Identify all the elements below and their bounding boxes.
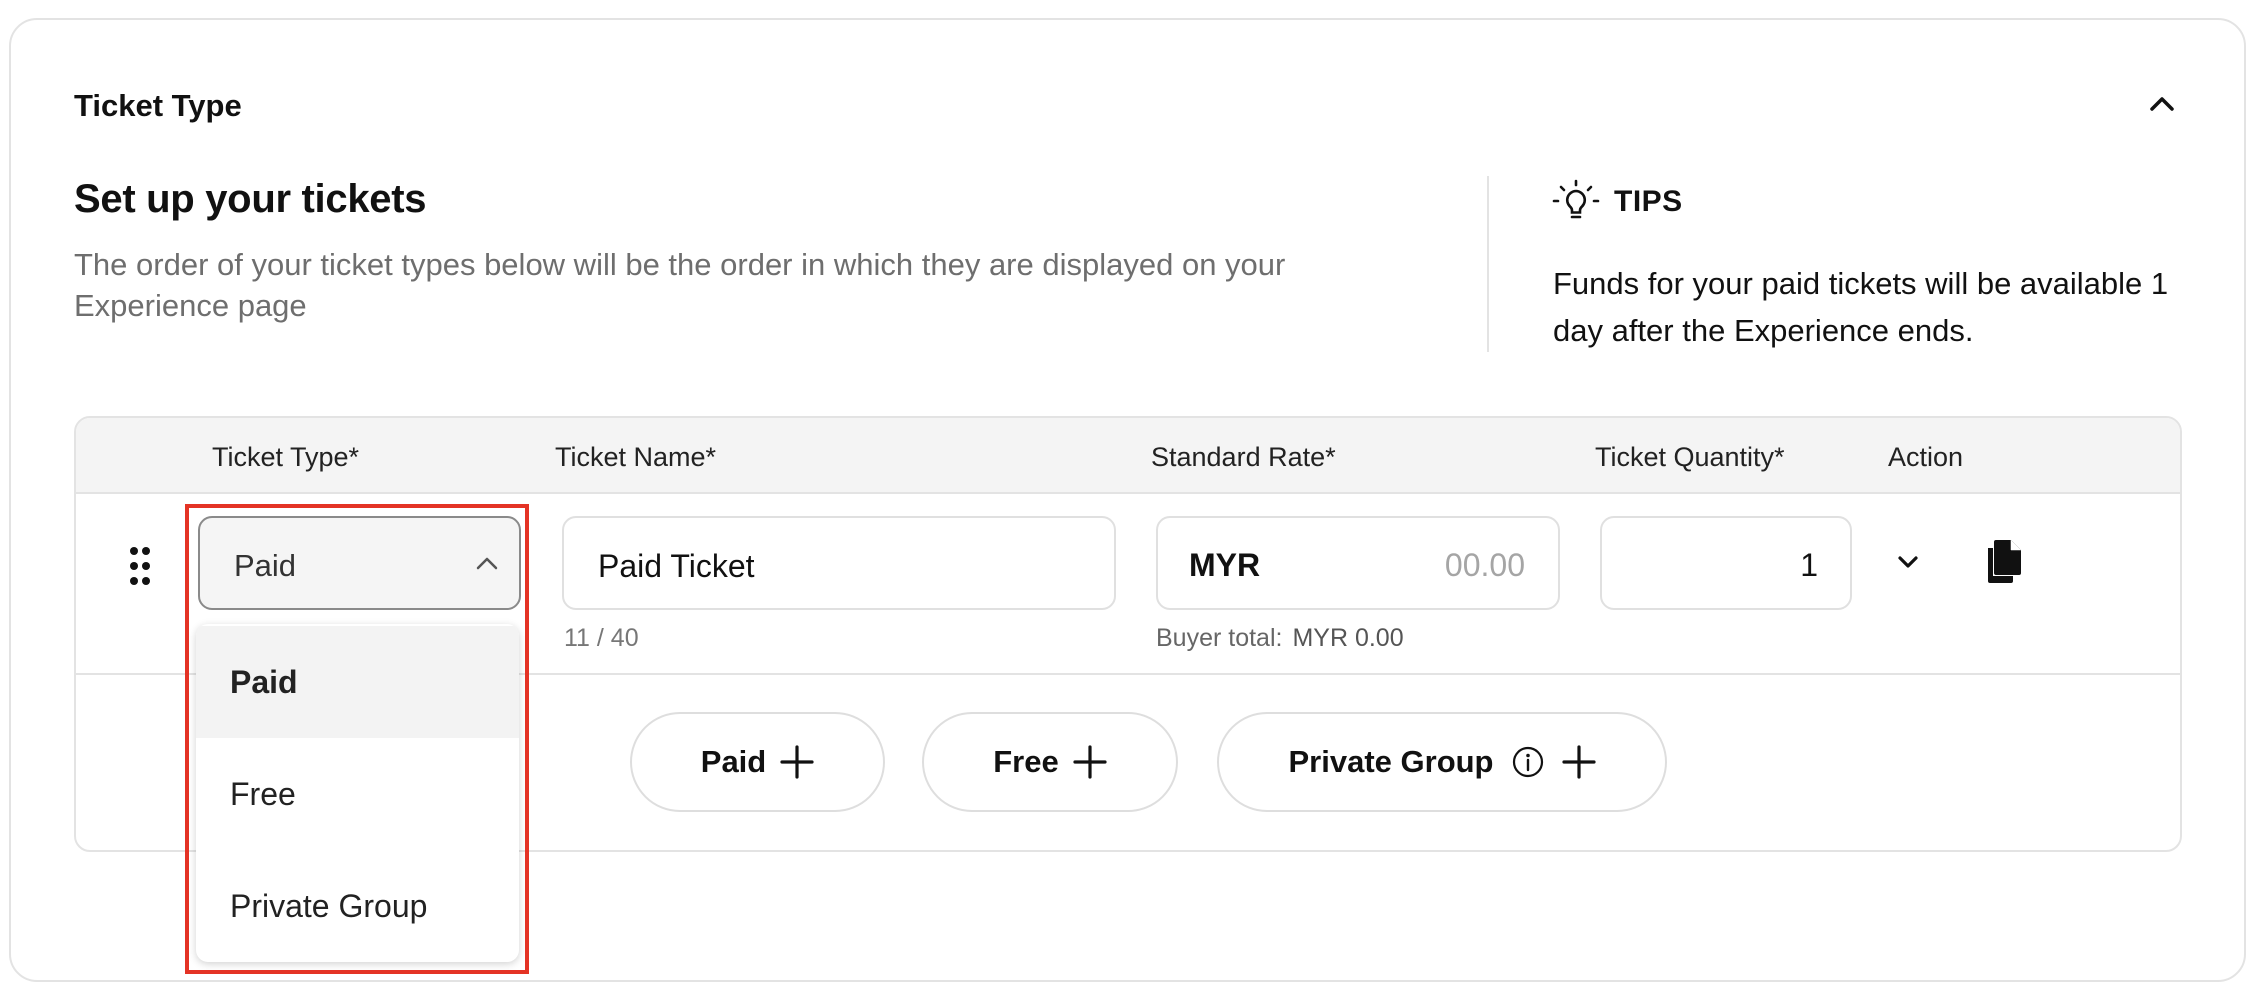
tips-text: Funds for your paid tickets will be avai… — [1553, 266, 2169, 348]
add-free-label: Free — [993, 744, 1059, 779]
copy-icon[interactable] — [1985, 538, 2023, 584]
buyer-total: Buyer total: MYR 0.00 — [1156, 624, 1404, 653]
table-header: Ticket Type* Ticket Name* Standard Rate*… — [76, 418, 2180, 494]
page-description: The order of your ticket types below wil… — [74, 247, 1286, 323]
ticket-name-input[interactable]: Paid Ticket — [562, 516, 1116, 610]
add-private-group-label: Private Group — [1288, 744, 1494, 779]
column-header-action: Action — [1888, 442, 1964, 472]
add-paid-label: Paid — [700, 744, 767, 779]
tips-header: TIPS — [1552, 178, 1683, 226]
add-free-ticket-button[interactable]: Free — [922, 712, 1178, 812]
chevron-up-icon — [2150, 97, 2174, 111]
column-header-ticket-name: Ticket Name* — [555, 442, 717, 472]
dropdown-option-paid[interactable]: Paid — [196, 626, 519, 738]
ticket-name-value: Paid Ticket — [598, 548, 755, 584]
lightbulb-icon — [1552, 179, 1600, 219]
column-header-standard-rate: Standard Rate* — [1151, 442, 1336, 472]
currency-label: MYR — [1189, 547, 1261, 583]
dropdown-option-free[interactable]: Free — [196, 738, 519, 850]
rate-placeholder: 00.00 — [1444, 547, 1525, 583]
tips-title: TIPS — [1614, 185, 1683, 218]
buyer-total-label: Buyer total: — [1156, 624, 1283, 652]
dropdown-option-private-group[interactable]: Private Group — [196, 850, 519, 962]
add-private-group-button[interactable]: Private Group — [1217, 712, 1667, 812]
drag-handle-icon[interactable] — [128, 546, 152, 586]
ticket-name-counter: 11 / 40 — [564, 624, 639, 652]
section-title: Ticket Type — [74, 88, 242, 123]
chevron-up-icon — [476, 557, 498, 570]
column-header-ticket-type: Ticket Type* — [212, 442, 360, 472]
ticket-type-select[interactable]: Paid — [198, 516, 521, 610]
ticket-quantity-input[interactable]: 1 — [1600, 516, 1852, 610]
info-icon[interactable] — [1512, 746, 1544, 778]
collapse-section-button[interactable] — [2142, 84, 2182, 124]
ticket-quantity-value: 1 — [1800, 547, 1818, 583]
plus-icon — [780, 745, 814, 779]
ticket-type-value: Paid — [234, 548, 297, 583]
add-paid-ticket-button[interactable]: Paid — [630, 712, 885, 812]
vertical-divider — [1487, 176, 1489, 352]
page-heading: Set up your tickets — [74, 177, 427, 221]
plus-icon — [1561, 745, 1596, 779]
standard-rate-input[interactable]: MYR 00.00 — [1156, 516, 1560, 610]
buyer-total-value: MYR 0.00 — [1292, 624, 1404, 652]
chevron-down-icon[interactable] — [1894, 548, 1922, 576]
plus-icon — [1073, 745, 1107, 779]
ticket-type-dropdown-menu: Paid Free Private Group — [196, 624, 519, 962]
column-header-ticket-quantity: Ticket Quantity* — [1595, 442, 1785, 472]
